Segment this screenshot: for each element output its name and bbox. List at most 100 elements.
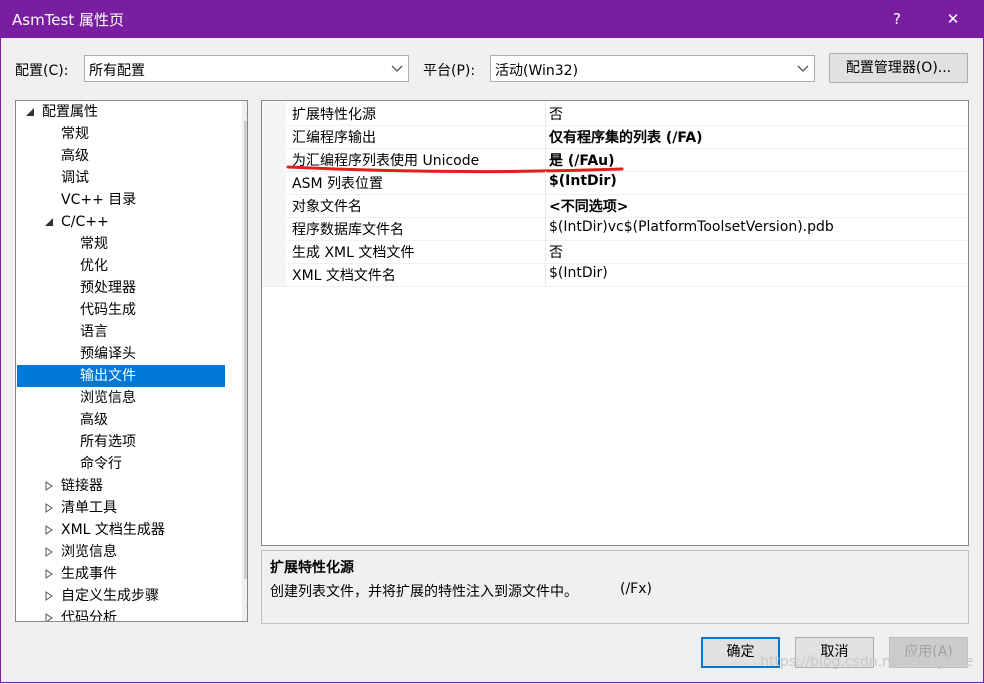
column-separator [545, 125, 546, 148]
tree-item[interactable]: 输出文件 [17, 365, 225, 387]
config-value: 所有配置 [89, 63, 145, 79]
watermark: https://blog.csdn.net/FishyFine [760, 654, 974, 670]
tree-item-label: 语言 [80, 324, 108, 340]
collapsed-triangle-icon[interactable] [44, 481, 54, 491]
collapsed-triangle-icon[interactable] [44, 591, 54, 601]
row-gutter [262, 194, 286, 217]
tree-item[interactable]: 预处理器 [17, 277, 225, 299]
tree-scrollbar[interactable] [242, 101, 248, 621]
tree-item[interactable]: 代码分析 [17, 607, 225, 622]
collapsed-triangle-icon[interactable] [44, 503, 54, 513]
property-value[interactable]: 否 [549, 242, 563, 262]
property-name: XML 文档文件名 [292, 268, 396, 284]
tree-item[interactable]: 清单工具 [17, 497, 225, 519]
tree-item-label: C/C++ [61, 214, 109, 230]
scroll-thumb[interactable] [244, 121, 247, 579]
tree-item[interactable]: XML 文档生成器 [17, 519, 225, 541]
property-row[interactable]: 汇编程序输出 仅有程序集的列表 (/FA) [262, 125, 968, 149]
tree-item[interactable]: 调试 [17, 167, 225, 189]
column-separator [545, 194, 546, 217]
chevron-down-icon [797, 65, 809, 72]
property-row[interactable]: 生成 XML 文档文件 否 [262, 240, 968, 264]
property-row[interactable]: XML 文档文件名 $(IntDir) [262, 263, 968, 287]
window-title: AsmTest 属性页 [12, 11, 124, 29]
tree-item-label: 预处理器 [80, 280, 136, 296]
configuration-manager-button[interactable]: 配置管理器(O)... [829, 53, 968, 83]
tree-item-label: 浏览信息 [80, 390, 136, 406]
property-value[interactable]: 仅有程序集的列表 (/FA) [549, 127, 703, 147]
property-row[interactable]: 扩展特性化源 否 [262, 102, 968, 126]
description-panel: 扩展特性化源 创建列表文件，并将扩展的特性注入到源文件中。 (/Fx) [261, 550, 969, 624]
tree-item-label: 代码生成 [80, 302, 136, 318]
column-separator [545, 171, 546, 194]
property-tree: 配置属性 常规 高级 调试 VC++ 目录 C/C++ 常规 优化 预处理器 代码生成 语言 预编译头… [15, 100, 248, 622]
tree-item[interactable]: 预编译头 [17, 343, 225, 365]
help-button[interactable]: ? [874, 0, 920, 38]
tree-item[interactable]: 自定义生成步骤 [17, 585, 225, 607]
expanded-triangle-icon[interactable] [44, 217, 54, 227]
tree-item[interactable]: 常规 [17, 123, 225, 145]
collapsed-triangle-icon[interactable] [44, 525, 54, 535]
tree-item[interactable]: 生成事件 [17, 563, 225, 585]
tree-item[interactable]: 优化 [17, 255, 225, 277]
platform-dropdown[interactable]: 活动(Win32) [490, 55, 815, 82]
tree-item[interactable]: C/C++ [17, 211, 225, 233]
column-separator [545, 217, 546, 240]
property-row[interactable]: 为汇编程序列表使用 Unicode 是 (/FAu) [262, 148, 968, 174]
tree-item-label: 预编译头 [80, 346, 136, 362]
description-text: 创建列表文件，并将扩展的特性注入到源文件中。 [270, 584, 578, 600]
tree-item[interactable]: 命令行 [17, 453, 225, 475]
tree-item-label: 配置属性 [42, 104, 98, 120]
tree-item[interactable]: 配置属性 [17, 101, 225, 123]
property-value[interactable]: <不同选项> [549, 196, 628, 216]
tree-item-label: 高级 [61, 148, 89, 164]
collapsed-triangle-icon[interactable] [44, 569, 54, 579]
description-switch: (/Fx) [620, 581, 652, 597]
collapsed-triangle-icon[interactable] [44, 613, 54, 622]
tree-item[interactable]: 高级 [17, 409, 225, 431]
row-gutter [262, 217, 286, 240]
property-grid: 扩展特性化源否汇编程序输出 仅有程序集的列表 (/FA) 为汇编程序列表使用 Uni… [261, 100, 969, 546]
tree-item[interactable]: 所有选项 [17, 431, 225, 453]
row-gutter [262, 148, 286, 171]
tree-item-label: VC++ 目录 [61, 192, 137, 208]
tree-item[interactable]: 代码生成 [17, 299, 225, 321]
tree-item[interactable]: 高级 [17, 145, 225, 167]
row-gutter [262, 171, 286, 194]
close-icon: ✕ [946, 10, 960, 28]
tree-item-label: 浏览信息 [61, 544, 117, 560]
property-name: 扩展特性化源 [292, 107, 376, 123]
tree-item[interactable]: 浏览信息 [17, 541, 225, 563]
property-value[interactable]: $(IntDir) [549, 173, 617, 189]
title-bar: AsmTest 属性页 ? ✕ [0, 0, 984, 38]
property-value[interactable]: $(IntDir) [549, 265, 608, 281]
property-row[interactable]: 程序数据库文件名 $(IntDir)vc$(PlatformToolsetVers… [262, 217, 968, 241]
platform-label: 平台(P): [423, 63, 476, 79]
tree-item[interactable]: VC++ 目录 [17, 189, 225, 211]
tree-item-label: 调试 [61, 170, 89, 186]
tree-item-label: 常规 [61, 126, 89, 142]
collapsed-triangle-icon[interactable] [44, 547, 54, 557]
tree-item-label: 链接器 [61, 478, 103, 494]
tree-item-label: 常规 [80, 236, 108, 252]
column-separator [545, 263, 546, 286]
expanded-triangle-icon[interactable] [25, 107, 35, 117]
close-button[interactable]: ✕ [930, 0, 976, 38]
config-dropdown[interactable]: 所有配置 [84, 55, 409, 82]
scroll-up-icon[interactable] [242, 101, 248, 121]
property-value[interactable]: 否 [549, 104, 563, 124]
property-value[interactable]: $(IntDir)vc$(PlatformToolsetVersion).pdb [549, 219, 834, 235]
tree-item-label: 自定义生成步骤 [61, 588, 159, 604]
tree-item[interactable]: 语言 [17, 321, 225, 343]
property-row[interactable]: 对象文件名 <不同选项> [262, 194, 968, 218]
property-name: ASM 列表位置 [292, 176, 383, 192]
tree-item-label: 输出文件 [80, 368, 136, 384]
tree-item[interactable]: 常规 [17, 233, 225, 255]
scroll-down-icon[interactable] [242, 599, 248, 619]
tree-item[interactable]: 链接器 [17, 475, 225, 497]
property-row[interactable]: ASM 列表位置 $(IntDir) [262, 171, 968, 195]
tree-item-label: 命令行 [80, 456, 122, 472]
property-name: 对象文件名 [292, 199, 362, 215]
tree-item[interactable]: 浏览信息 [17, 387, 225, 409]
property-name: 生成 XML 文档文件 [292, 245, 415, 261]
